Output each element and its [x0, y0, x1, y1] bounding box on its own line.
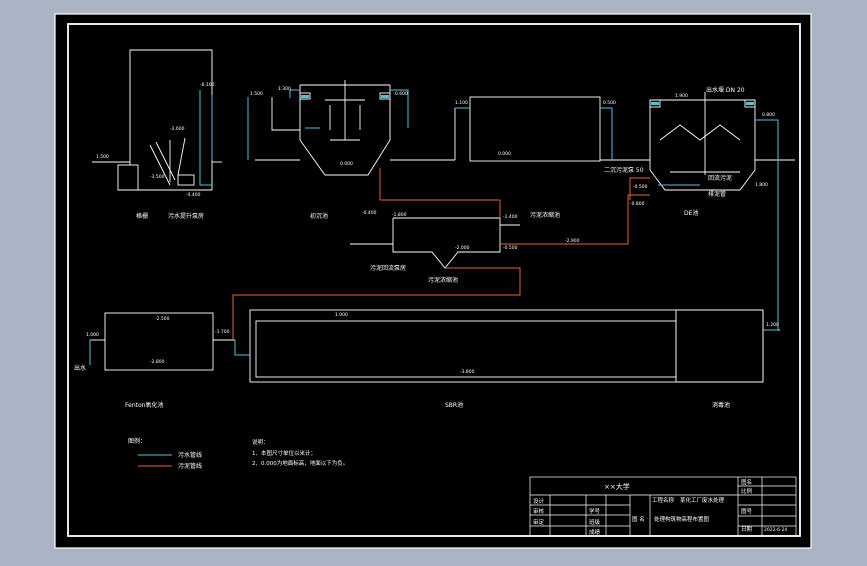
row-mid-3: 成绩	[589, 528, 601, 536]
outlet-label: 出水	[74, 364, 86, 372]
svg-text:-0.400: -0.400	[362, 210, 377, 216]
legend-title: 图例：	[128, 437, 146, 445]
svg-text:1.800: 1.800	[755, 182, 768, 188]
row-left-1: 设计	[533, 497, 545, 505]
cad-drawing-view: 格栅 污水提升泵房 初沉池 DE池 出水堰 DN 20 二沉污泥泵 50 回流污…	[0, 0, 867, 562]
fenton-label: Fenton氧化池	[125, 401, 163, 409]
date-value: 2022-6-24	[764, 527, 787, 533]
svg-text:-2.900: -2.900	[565, 238, 580, 244]
svg-text:0.000: 0.000	[340, 161, 353, 167]
notes-line-2: 2、0.000为地面标高，地面以下为负。	[252, 459, 348, 467]
svg-text:0.000: 0.000	[498, 151, 511, 157]
svg-text:-2.800: -2.800	[150, 359, 165, 365]
svg-text:1.300: 1.300	[278, 86, 291, 92]
sludge-tank-label: 污泥浓缩池	[428, 276, 458, 284]
disinfection-label: 消毒池	[712, 401, 730, 409]
svg-text:1.500: 1.500	[96, 154, 109, 160]
row-left-3: 审定	[533, 518, 545, 526]
notes-title: 说明：	[252, 438, 269, 446]
svg-text:1.000: 1.000	[86, 332, 99, 338]
legend-sludge-label: 污泥管线	[178, 462, 202, 470]
svg-text:1.200: 1.200	[766, 322, 779, 328]
legend-water-label: 污水管线	[178, 451, 202, 459]
school-name: ××大学	[604, 482, 630, 491]
svg-text:1.500: 1.500	[250, 91, 263, 97]
elevation-drawing: 格栅 污水提升泵房 初沉池 DE池 出水堰 DN 20 二沉污泥泵 50 回流污…	[54, 13, 812, 549]
svg-text:-0.500: -0.500	[633, 184, 648, 190]
svg-text:-3.500: -3.500	[150, 174, 165, 180]
date-label: 日期	[741, 526, 753, 533]
svg-text:-2.600: -2.600	[170, 126, 185, 132]
svg-text:-0.800: -0.800	[630, 201, 645, 207]
secondary-clarifier-label: DE池	[684, 209, 698, 217]
pump-house-label: 污水提升泵房	[168, 212, 204, 220]
row-mid-2: 班级	[589, 518, 601, 526]
sludge-pump-label: 二沉污泥泵 50	[604, 166, 644, 174]
svg-text:-6.100: -6.100	[200, 82, 215, 88]
svg-text:-1.800: -1.800	[392, 212, 407, 218]
sbr-label: SBR池	[445, 401, 463, 409]
drawing-label: 图名	[741, 478, 752, 486]
row-left-2: 审核	[533, 507, 545, 515]
svg-text:0.800: 0.800	[762, 112, 775, 118]
return-sludge-label: 回流污泥	[708, 174, 732, 182]
svg-text:-1.400: -1.400	[503, 214, 518, 220]
svg-text:-2.000: -2.000	[455, 245, 470, 251]
svg-text:1.000: 1.000	[335, 312, 348, 318]
primary-clarifier-label: 初沉池	[310, 212, 328, 220]
screen-label: 格栅	[136, 212, 148, 220]
sludge-out-label: 污泥浓缩池	[530, 211, 560, 219]
sludge-pipe-label: 排泥管	[708, 190, 726, 198]
sheet-label: 图号	[741, 507, 753, 515]
svg-text:0.500: 0.500	[603, 100, 616, 106]
svg-text:-0.500: -0.500	[503, 245, 518, 251]
svg-text:0.600: 0.600	[395, 91, 408, 97]
weir-label: 出水堰 DN 20	[706, 86, 745, 94]
project-label: 工程名称	[652, 496, 675, 504]
sludge-pump-house-label: 污泥回流泵房	[370, 264, 406, 272]
svg-text:1.900: 1.900	[675, 93, 688, 99]
notes-line-1: 1、本图尺寸单位以米计；	[252, 449, 316, 457]
drawing-value: 处理构筑物高程布置图	[654, 515, 710, 523]
svg-text:-1.700: -1.700	[215, 329, 230, 335]
drawn-label: 图 名	[632, 515, 645, 523]
svg-text:-3.800: -3.800	[460, 369, 475, 375]
svg-text:1.100: 1.100	[455, 100, 468, 106]
scale-label: 比例	[741, 487, 753, 495]
svg-text:-4.400: -4.400	[186, 192, 201, 198]
row-mid-1: 学号	[589, 507, 601, 515]
project-value: 某化工厂废水处理	[680, 496, 725, 504]
svg-text:-2.500: -2.500	[155, 316, 170, 322]
